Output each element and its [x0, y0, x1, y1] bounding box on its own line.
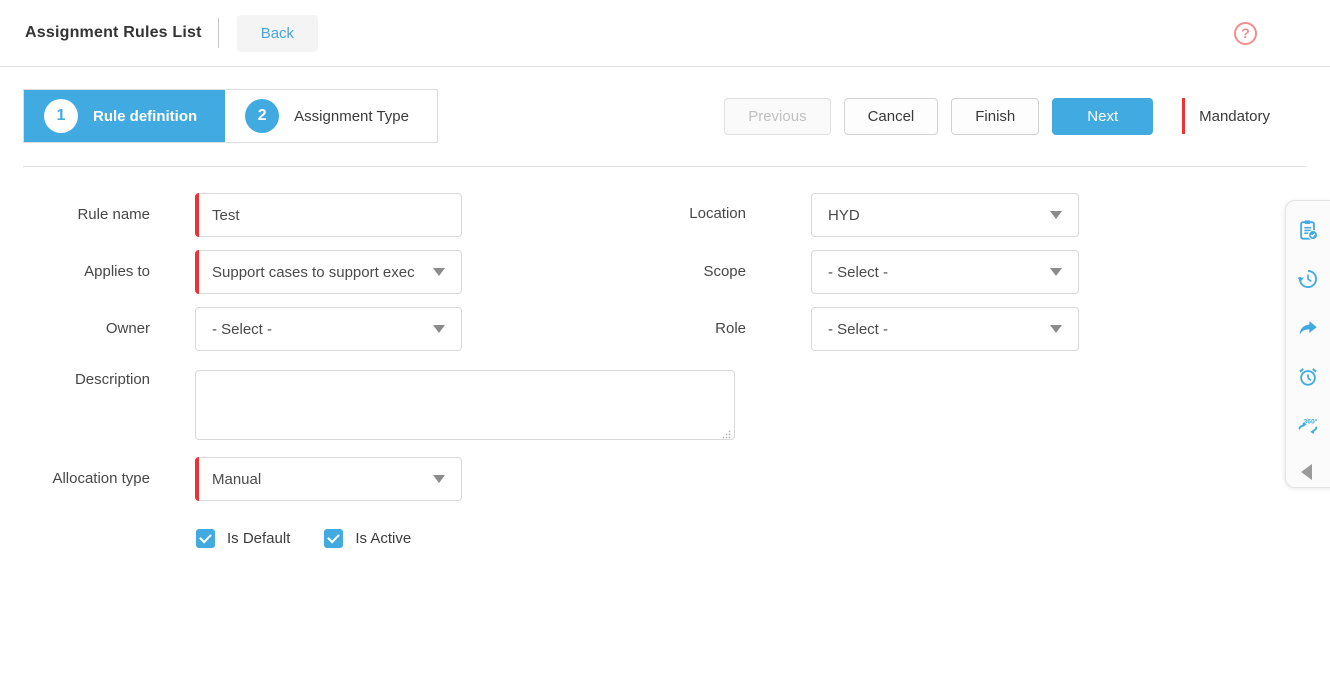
- allocation-type-label: Allocation type: [20, 470, 150, 487]
- is-active-label: Is Active: [355, 530, 411, 547]
- title-separator: [218, 18, 219, 48]
- chevron-down-icon: [1050, 268, 1062, 276]
- is-default-checkbox[interactable]: [196, 529, 215, 548]
- mandatory-label: Mandatory: [1199, 108, 1270, 125]
- role-select[interactable]: - Select -: [811, 307, 1079, 351]
- wizard-steps: 1 Rule definition 2 Assignment Type: [23, 89, 438, 143]
- previous-button[interactable]: Previous: [724, 98, 830, 135]
- location-select[interactable]: HYD: [811, 193, 1079, 237]
- description-field: [195, 370, 735, 440]
- tab-rule-definition[interactable]: 1 Rule definition: [24, 90, 225, 142]
- description-textarea[interactable]: [196, 371, 734, 439]
- applies-to-label: Applies to: [20, 263, 150, 280]
- collapse-icon[interactable]: [1301, 464, 1312, 480]
- rule-name-field: [195, 193, 462, 237]
- applies-to-value: Support cases to support exec: [196, 264, 415, 281]
- chevron-down-icon: [433, 268, 445, 276]
- allocation-type-value: Manual: [196, 471, 261, 488]
- rule-definition-form: Rule name Applies to Owner Description A…: [0, 167, 1330, 685]
- action-toolbar: Previous Cancel Finish Next: [724, 98, 1153, 135]
- back-button[interactable]: Back: [237, 15, 318, 52]
- resize-grip-icon[interactable]: [721, 426, 731, 436]
- top-header-bar: Assignment Rules List Back ?: [0, 0, 1330, 67]
- cancel-button[interactable]: Cancel: [844, 98, 939, 135]
- step-number-badge: 1: [44, 99, 78, 133]
- step-label: Rule definition: [93, 108, 197, 125]
- chevron-down-icon: [1050, 211, 1062, 219]
- required-indicator: [195, 457, 199, 501]
- assignment-rule-page: Assignment Rules List Back ? 1 Rule defi…: [0, 0, 1330, 685]
- location-value: HYD: [812, 207, 860, 224]
- location-label: Location: [616, 205, 746, 222]
- mandatory-legend: Mandatory: [1182, 98, 1270, 134]
- description-label: Description: [20, 371, 150, 388]
- step-label: Assignment Type: [294, 108, 409, 125]
- applies-to-select[interactable]: Support cases to support exec: [195, 250, 462, 294]
- tab-assignment-type[interactable]: 2 Assignment Type: [225, 90, 437, 142]
- help-icon[interactable]: ?: [1234, 22, 1257, 45]
- mandatory-red-bar-icon: [1182, 98, 1185, 134]
- is-default-option: Is Default: [196, 529, 290, 548]
- is-active-checkbox[interactable]: [324, 529, 343, 548]
- chevron-down-icon: [433, 475, 445, 483]
- is-default-label: Is Default: [227, 530, 290, 547]
- scope-select[interactable]: - Select -: [811, 250, 1079, 294]
- utility-side-panel: 360°: [1285, 200, 1330, 488]
- required-indicator: [195, 250, 199, 294]
- owner-label: Owner: [20, 320, 150, 337]
- role-label: Role: [616, 320, 746, 337]
- scope-label: Scope: [616, 263, 746, 280]
- rule-name-label: Rule name: [20, 206, 150, 223]
- finish-button[interactable]: Finish: [951, 98, 1039, 135]
- alarm-icon[interactable]: [1297, 366, 1319, 388]
- rule-name-input[interactable]: [196, 194, 461, 236]
- is-active-option: Is Active: [324, 529, 411, 548]
- flags-checkbox-group: Is Default Is Active: [196, 529, 411, 548]
- share-icon[interactable]: [1297, 317, 1319, 339]
- next-button[interactable]: Next: [1052, 98, 1153, 135]
- allocation-type-select[interactable]: Manual: [195, 457, 462, 501]
- clipboard-check-icon[interactable]: [1297, 219, 1319, 241]
- wizard-toolbar-row: 1 Rule definition 2 Assignment Type Prev…: [23, 89, 1307, 143]
- owner-select[interactable]: - Select -: [195, 307, 462, 351]
- required-indicator: [195, 193, 199, 237]
- chevron-down-icon: [433, 325, 445, 333]
- 360-view-icon[interactable]: 360°: [1297, 415, 1319, 437]
- step-number-badge: 2: [245, 99, 279, 133]
- scope-value: - Select -: [812, 264, 888, 281]
- role-value: - Select -: [812, 321, 888, 338]
- history-icon[interactable]: [1297, 268, 1319, 290]
- owner-value: - Select -: [196, 321, 272, 338]
- page-title: Assignment Rules List: [25, 24, 202, 42]
- chevron-down-icon: [1050, 325, 1062, 333]
